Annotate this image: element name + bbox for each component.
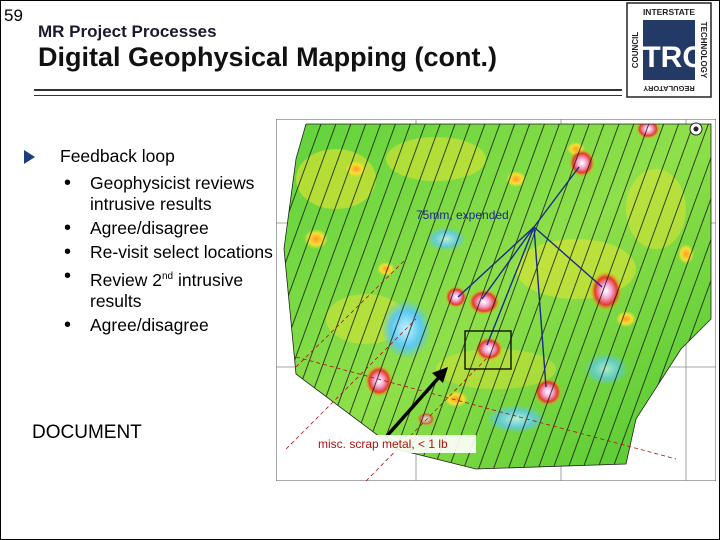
subbullet-text: Agree/disagree (90, 314, 209, 335)
dot-bullet-icon: • (64, 217, 72, 239)
bullet-list: Feedback loop • Geophysicist reviews int… (24, 146, 274, 339)
logo-right-text: TECHNOLOGY (699, 22, 708, 79)
geophysical-map: 75mm, expended misc. scrap metal, < 1 lb (276, 119, 716, 481)
document-label: DOCUMENT (32, 422, 142, 443)
subbullet-item: • Re-visit select locations (24, 242, 274, 263)
dot-bullet-icon: • (64, 241, 72, 263)
subbullet-text: Re-visit select locations (90, 242, 273, 262)
subbullet-text: Geophysicist reviews intrusive results (90, 173, 255, 214)
label-75mm-expended: 75mm, expended (416, 208, 509, 222)
slide-number: 59 (4, 6, 23, 25)
dot-bullet-icon: • (64, 172, 72, 194)
logo-bottom-text: REGULATORY (643, 84, 695, 93)
subbullet-text: Review 2 (90, 269, 162, 290)
arrow-bullet-icon (24, 150, 35, 164)
subbullet-text: Agree/disagree (90, 218, 209, 238)
slide-subtitle: MR Project Processes (38, 22, 217, 41)
title-rule-thin (34, 95, 622, 96)
subbullet-item: • Agree/disagree (24, 218, 274, 239)
subbullet-superscript: nd (161, 271, 174, 282)
compass-icon (689, 122, 703, 136)
logo-letters: ITRC (634, 41, 704, 74)
logo-top-text: INTERSTATE (643, 7, 695, 17)
subbullet-item: • Geophysicist reviews intrusive results (24, 173, 274, 215)
dot-bullet-icon: • (64, 313, 72, 336)
logo-left-text: COUNCIL (631, 32, 640, 69)
slide-title: Digital Geophysical Mapping (cont.) (38, 42, 498, 72)
itrc-logo: ITRC INTERSTATE REGULATORY COUNCIL TECHN… (626, 2, 712, 98)
subbullet-item: • Review 2nd intrusive results (24, 266, 274, 312)
bullet-feedback-loop: Feedback loop (24, 146, 274, 167)
label-scrap-metal: misc. scrap metal, < 1 lb (318, 437, 448, 451)
bullet-text: Feedback loop (60, 146, 175, 166)
dot-bullet-icon: • (64, 265, 72, 287)
subbullet-item: • Agree/disagree (24, 313, 274, 336)
title-rule (34, 89, 622, 91)
